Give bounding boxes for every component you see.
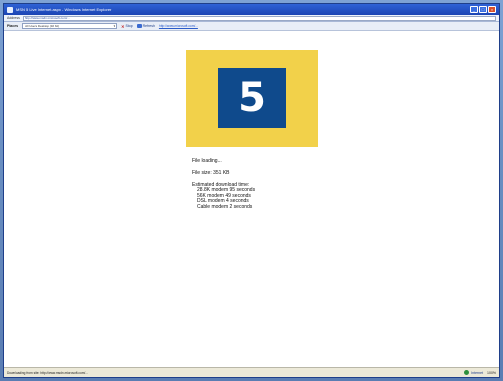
minimize-button[interactable]: _ <box>470 6 478 13</box>
globe-icon <box>464 370 470 375</box>
stop-label: Stop <box>125 24 133 28</box>
stop-button[interactable]: ✕ Stop <box>121 24 133 29</box>
refresh-icon <box>136 24 142 28</box>
address-input[interactable]: http://www.msdn.microsoft.com/... <box>22 15 496 21</box>
toolbar: Places All Users Desktop (32 bit) ▾ ✕ St… <box>4 22 499 31</box>
download-info: File loading... File size: 351 KB Estima… <box>192 158 255 210</box>
page-content: 5 File loading... File size: 351 KB Esti… <box>4 32 499 367</box>
address-label: Address <box>7 16 20 20</box>
refresh-label: Refresh <box>142 24 155 28</box>
close-button[interactable]: × <box>488 6 496 13</box>
zoom-level[interactable]: 100% <box>487 371 496 375</box>
places-value: All Users Desktop (32 bit) <box>25 24 60 28</box>
ie-icon <box>7 6 13 13</box>
status-text: Downloading from site: http://www.msdn.m… <box>7 370 88 375</box>
list-item: Cable modem 2 seconds <box>197 203 253 210</box>
window-title: MSN 5 Live Internet.aspx - Windows Inter… <box>16 7 112 12</box>
browser-window: MSN 5 Live Internet.aspx - Windows Inter… <box>3 3 500 378</box>
file-loading-text: File loading... <box>192 158 222 164</box>
stop-icon: ✕ <box>121 23 125 29</box>
maximize-button[interactable]: □ <box>479 6 487 13</box>
zone-label: Internet <box>471 370 484 375</box>
toolbar-link[interactable]: http://www.microsoft.com/... <box>159 24 198 28</box>
places-dropdown[interactable]: All Users Desktop (32 bit) ▾ <box>22 23 118 29</box>
title-bar[interactable]: MSN 5 Live Internet.aspx - Windows Inter… <box>4 4 499 15</box>
places-label: Places <box>7 24 19 28</box>
status-bar: Downloading from site: http://www.msdn.m… <box>4 367 499 377</box>
address-bar: Address http://www.msdn.microsoft.com/..… <box>4 15 499 22</box>
step-badge: 5 <box>186 50 318 147</box>
estimate-list: 28.8K modem 95 seconds 56K modem 49 seco… <box>197 187 255 210</box>
step-number: 5 <box>218 68 286 128</box>
file-size-text: File size: 351 KB <box>192 170 230 176</box>
refresh-button[interactable]: Refresh <box>136 24 155 28</box>
security-zone[interactable]: Internet <box>464 370 483 375</box>
chevron-down-icon: ▾ <box>113 24 116 28</box>
